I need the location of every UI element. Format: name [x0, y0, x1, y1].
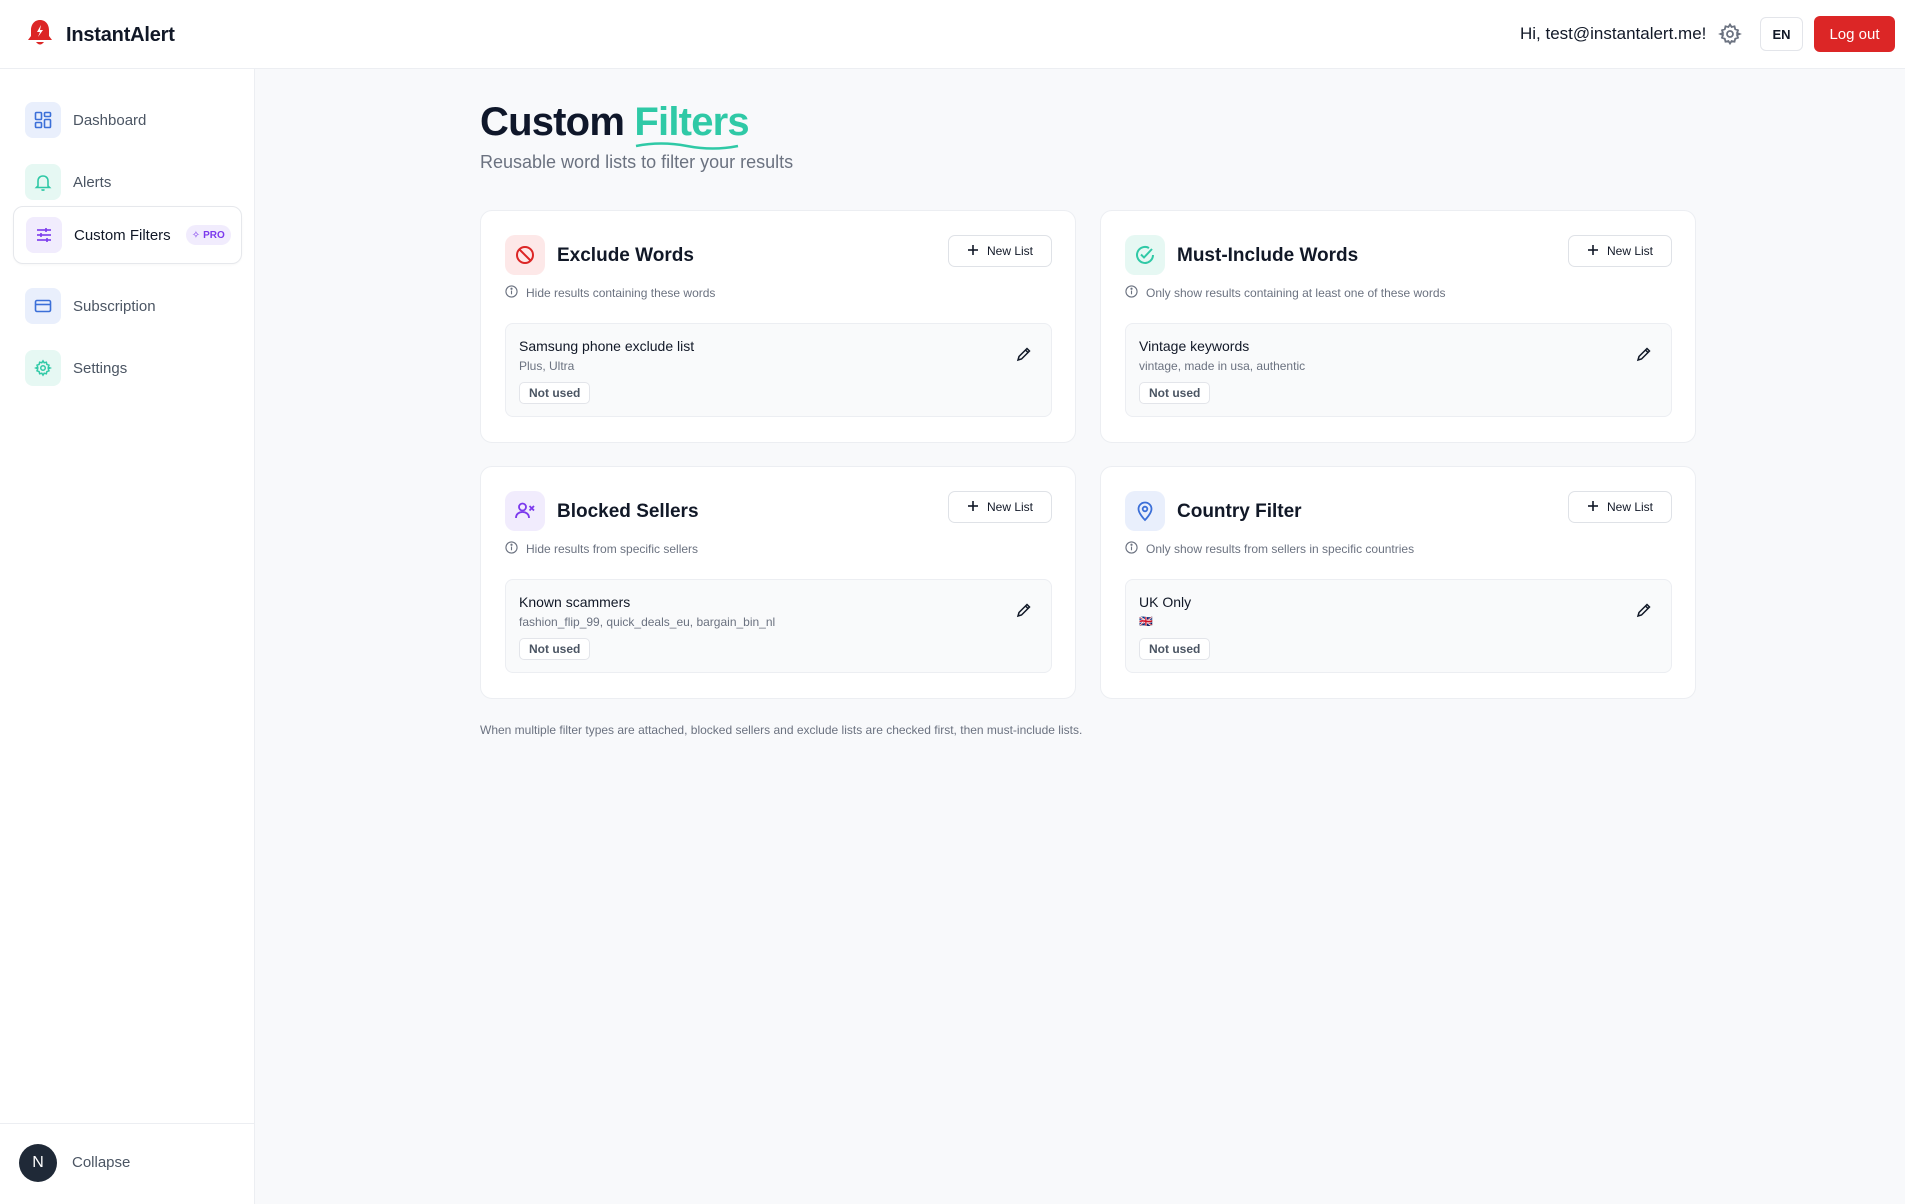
sidebar-item-label: Custom Filters: [74, 226, 171, 244]
title-underline-decoration: [636, 142, 739, 150]
filter-list-item[interactable]: Vintage keywords vintage, made in usa, a…: [1125, 323, 1672, 417]
sidebar-item-custom-filters[interactable]: Custom Filters ✧ PRO: [13, 206, 242, 264]
card-description: Only show results containing at least on…: [1125, 285, 1446, 301]
card-title: Blocked Sellers: [557, 501, 699, 522]
new-list-label: New List: [1606, 500, 1653, 514]
sidebar: Dashboard Alerts Custom Filters ✧ PRO Su: [0, 69, 255, 1204]
sparkles-icon: ✧: [191, 229, 201, 241]
card-blocked-sellers: Blocked Sellers New List Hide results fr…: [480, 466, 1076, 699]
bell-logo-icon: [26, 18, 54, 53]
new-list-button[interactable]: New List: [1568, 235, 1672, 267]
pro-badge: ✧ PRO: [185, 225, 231, 245]
brand-name: InstantAlert: [66, 24, 175, 46]
new-list-label: New List: [986, 244, 1033, 258]
pencil-icon[interactable]: [1632, 598, 1656, 622]
filter-order-note: When multiple filter types are attached,…: [480, 723, 1083, 737]
page-subtitle: Reusable word lists to filter your resul…: [480, 152, 794, 172]
card-title: Must-Include Words: [1177, 245, 1359, 266]
bell-icon: [25, 164, 61, 200]
sidebar-footer: N Collapse: [0, 1123, 254, 1204]
info-icon: [1125, 285, 1138, 301]
card-description: Hide results containing these words: [505, 285, 715, 301]
card-description-text: Only show results containing at least on…: [1146, 286, 1446, 300]
gear-icon: [25, 350, 61, 386]
pencil-icon[interactable]: [1012, 342, 1036, 366]
sidebar-item-settings[interactable]: Settings: [13, 340, 242, 396]
logout-button[interactable]: Log out: [1814, 16, 1895, 52]
plus-icon: [967, 244, 979, 259]
list-words: Plus, Ultra: [519, 359, 575, 373]
card-description: Only show results from sellers in specif…: [1125, 541, 1414, 557]
collapse-button[interactable]: Collapse: [72, 1154, 130, 1171]
language-button[interactable]: EN: [1760, 17, 1803, 51]
plus-icon: [1587, 500, 1599, 515]
new-list-label: New List: [1606, 244, 1653, 258]
card-description-text: Only show results from sellers in specif…: [1146, 542, 1415, 556]
map-pin-icon: [1125, 491, 1165, 531]
card-must-include-words: Must-Include Words New List Only show re…: [1100, 210, 1696, 443]
card-exclude-words: Exclude Words New List Hide results cont…: [480, 210, 1076, 443]
check-circle-icon: [1125, 235, 1165, 275]
sidebar-item-subscription[interactable]: Subscription: [13, 278, 242, 334]
card-title: Exclude Words: [557, 245, 694, 266]
list-name: Vintage keywords: [1139, 338, 1250, 354]
sliders-icon: [26, 217, 62, 253]
page-title: Custom Filters: [480, 100, 750, 150]
pencil-icon[interactable]: [1632, 342, 1656, 366]
sidebar-item-alerts[interactable]: Alerts: [13, 154, 242, 210]
info-icon: [505, 541, 518, 557]
card-title: Country Filter: [1177, 501, 1302, 522]
page-title-part1: Custom: [480, 100, 625, 144]
card-description: Hide results from specific sellers: [505, 541, 698, 557]
ban-icon: [505, 235, 545, 275]
plus-icon: [967, 500, 979, 515]
list-name: UK Only: [1139, 594, 1192, 610]
page-title-accent: Filters: [634, 100, 750, 150]
card-description-text: Hide results from specific sellers: [526, 542, 699, 556]
card-description-text: Hide results containing these words: [526, 286, 716, 300]
sidebar-item-dashboard[interactable]: Dashboard: [13, 92, 242, 148]
filter-list-item[interactable]: Samsung phone exclude list Plus, Ultra N…: [505, 323, 1052, 417]
status-badge: Not used: [1139, 382, 1211, 404]
list-name: Samsung phone exclude list: [519, 338, 695, 354]
list-words: fashion_flip_99, quick_deals_eu, bargain…: [519, 615, 776, 629]
status-badge: Not used: [519, 638, 591, 660]
credit-card-icon: [25, 288, 61, 324]
pro-badge-label: PRO: [203, 229, 225, 241]
info-icon: [1125, 541, 1138, 557]
info-icon: [505, 285, 518, 301]
new-list-button[interactable]: New List: [948, 235, 1052, 267]
brand[interactable]: InstantAlert: [26, 18, 175, 53]
filter-list-item[interactable]: UK Only 🇬🇧 Not used: [1125, 579, 1672, 673]
new-list-label: New List: [986, 500, 1033, 514]
page-title-part2: Filters: [634, 100, 749, 144]
sidebar-item-label: Alerts: [73, 173, 112, 191]
pencil-icon[interactable]: [1012, 598, 1036, 622]
sidebar-item-label: Dashboard: [73, 111, 147, 129]
user-x-icon: [505, 491, 545, 531]
status-badge: Not used: [519, 382, 591, 404]
filter-list-item[interactable]: Known scammers fashion_flip_99, quick_de…: [505, 579, 1052, 673]
status-badge: Not used: [1139, 638, 1211, 660]
dashboard-icon: [25, 102, 61, 138]
plus-icon: [1587, 244, 1599, 259]
list-name: Known scammers: [519, 594, 631, 610]
card-country-filter: Country Filter New List Only show result…: [1100, 466, 1696, 699]
new-list-button[interactable]: New List: [1568, 491, 1672, 523]
list-words: vintage, made in usa, authentic: [1139, 359, 1306, 373]
new-list-button[interactable]: New List: [948, 491, 1052, 523]
top-bar: InstantAlert Hi, test@instantalert.me! E…: [0, 0, 1905, 69]
sidebar-item-label: Subscription: [73, 297, 156, 315]
settings-gear-icon[interactable]: [1718, 22, 1742, 46]
country-flag: 🇬🇧: [1139, 616, 1153, 628]
user-greeting: Hi, test@instantalert.me!: [1520, 24, 1707, 43]
sidebar-item-label: Settings: [73, 359, 128, 377]
avatar[interactable]: N: [19, 1144, 57, 1182]
